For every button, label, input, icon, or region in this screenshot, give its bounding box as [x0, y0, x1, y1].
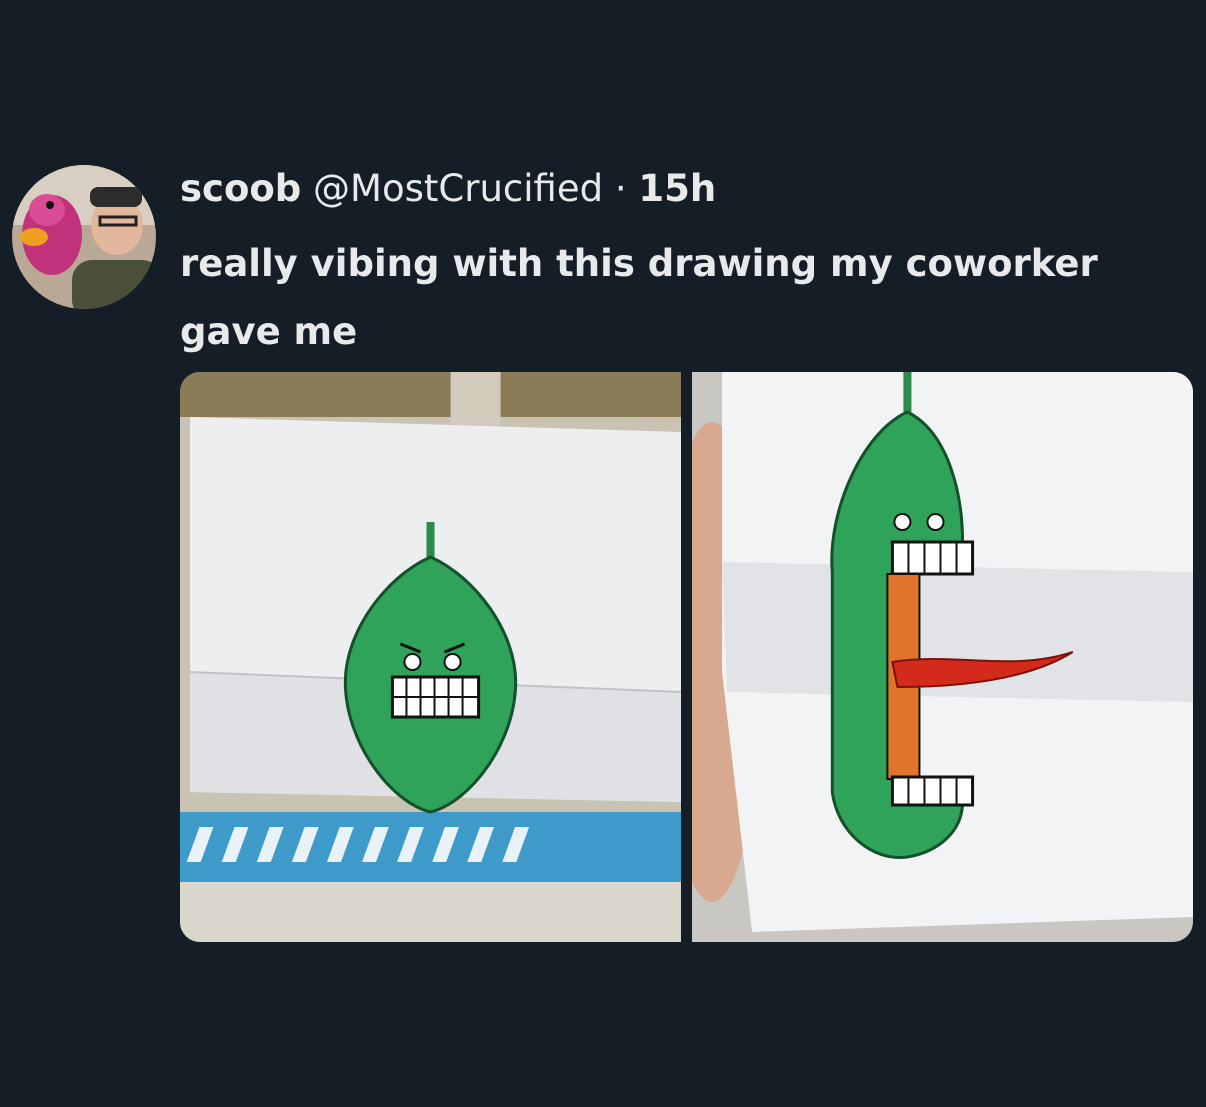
photo-left[interactable]	[180, 372, 681, 942]
tweet-text: really vibing with this drawing my cowor…	[180, 230, 1190, 366]
photo-right[interactable]	[692, 372, 1193, 942]
tweet: scoob @MostCrucified · 15h really vibing…	[0, 0, 1206, 1107]
user-avatar[interactable]	[12, 165, 156, 309]
tweet-header: scoob @MostCrucified · 15h	[180, 166, 716, 212]
tweet-text-line: really vibing with this drawing my cowor…	[180, 242, 1098, 285]
tweet-text-line: gave me	[180, 310, 358, 353]
closed-pickle-drawing-photo	[180, 372, 681, 942]
separator-dot: ·	[614, 167, 627, 210]
open-mouth-pickle-drawing-photo	[692, 372, 1193, 942]
media-grid	[180, 372, 1193, 942]
timestamp[interactable]: 15h	[638, 167, 716, 210]
user-handle[interactable]: @MostCrucified	[313, 167, 603, 210]
display-name[interactable]: scoob	[180, 167, 301, 210]
